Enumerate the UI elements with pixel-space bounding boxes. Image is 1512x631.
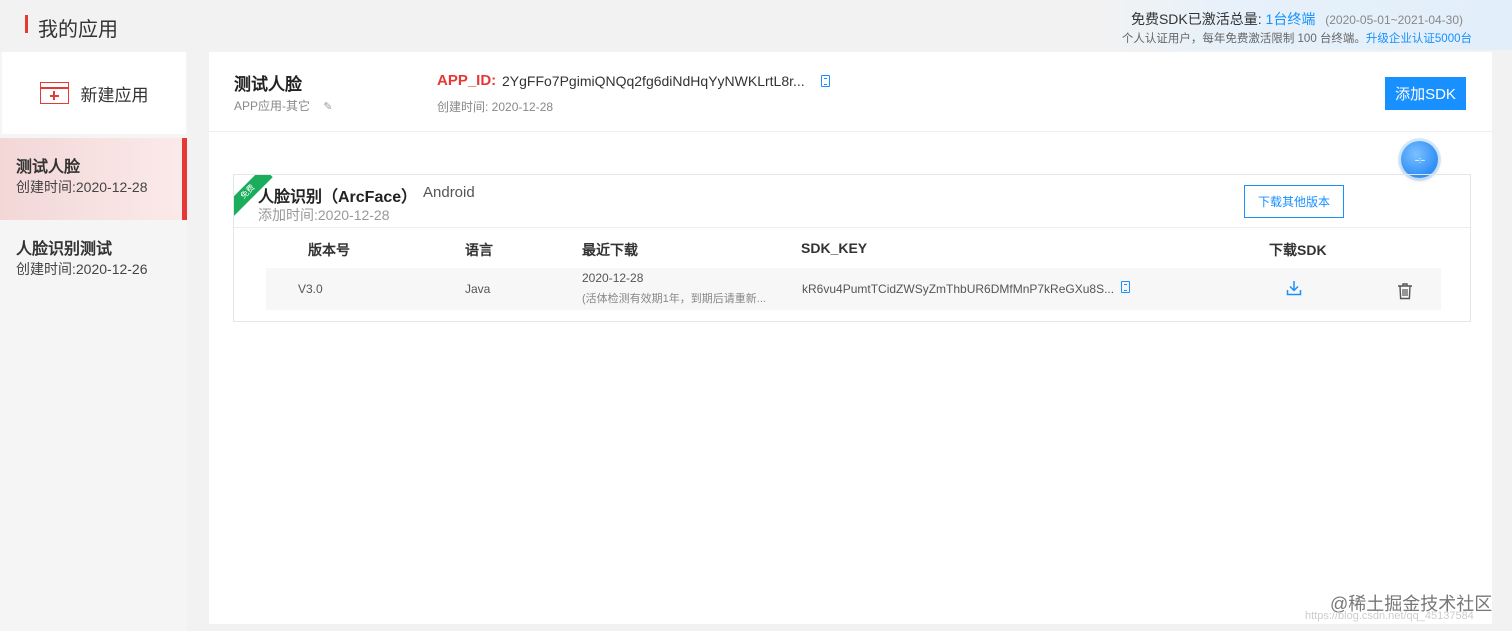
- app-type-line: APP应用-其它 ✎: [234, 97, 333, 114]
- app-item-date: 创建时间:2020-12-26: [16, 261, 148, 277]
- column-header-last-download: 最近下载: [582, 242, 638, 258]
- title-accent-bar: [25, 15, 28, 33]
- cell-last-download: 2020-12-28: [582, 271, 644, 285]
- watermark-url: https://blog.csdn.net/qq_45137584: [1305, 610, 1474, 622]
- add-sdk-button[interactable]: 添加SDK: [1385, 77, 1466, 110]
- floating-timer-ball[interactable]: --:--: [1401, 141, 1438, 178]
- quota-summary: 免费SDK已激活总量: 1台终端 (2020-05-01~2021-04-30): [1131, 9, 1463, 29]
- page-header: 我的应用 免费SDK已激活总量: 1台终端 (2020-05-01~2021-0…: [0, 0, 1512, 50]
- quota-note: 个人认证用户，每年免费激活限制 100 台终端。: [1121, 33, 1366, 45]
- copy-icon[interactable]: [821, 75, 830, 87]
- appid-value: 2YgFFo7PgimiQNQq2fg6diNdHqYyNWKLrtL8r...: [502, 73, 805, 89]
- app-info-header: 测试人脸 APP应用-其它 ✎ APP_ID: 2YgFFo7PgimiQNQq…: [209, 52, 1492, 132]
- sidebar-item-app[interactable]: 测试人脸 创建时间:2020-12-28: [0, 138, 187, 220]
- trash-icon[interactable]: [1397, 282, 1413, 300]
- app-created-date: 创建时间: 2020-12-28: [437, 100, 554, 114]
- edit-icon[interactable]: ✎: [323, 100, 332, 113]
- app-type: APP应用-其它: [234, 99, 311, 113]
- app-item-name: 测试人脸: [16, 159, 81, 176]
- quota-range: (2020-05-01~2021-04-30): [1325, 13, 1463, 27]
- cell-sdk-key: kR6vu4PumtTCidZWSyZmThbUR6DMfMnP7kReGXu8…: [802, 282, 1115, 296]
- sidebar-item-app[interactable]: 人脸识别测试 创建时间:2020-12-26: [0, 220, 187, 302]
- main-content: 测试人脸 APP应用-其它 ✎ APP_ID: 2YgFFo7PgimiQNQq…: [209, 52, 1492, 624]
- quota-count: 1台终端: [1265, 11, 1316, 27]
- cell-version: V3.0: [298, 282, 323, 296]
- column-header-version: 版本号: [308, 242, 350, 258]
- app-item-date: 创建时间:2020-12-28: [16, 179, 148, 195]
- appid-label: APP_ID:: [437, 72, 497, 89]
- column-header-sdk-key: SDK_KEY: [801, 240, 868, 256]
- sdk-name: 人脸识别（ArcFace）: [258, 189, 418, 206]
- app-name: 测试人脸: [234, 75, 302, 94]
- sdk-card: 免费 人脸识别（ArcFace） Android 添加时间:2020-12-28…: [233, 174, 1471, 322]
- quota-note-line: 个人认证用户，每年免费激活限制 100 台终端。升级企业认证5000台: [1122, 30, 1472, 46]
- copy-icon[interactable]: [1121, 281, 1130, 293]
- download-icon[interactable]: [1286, 280, 1302, 296]
- sidebar: 新建应用 测试人脸 创建时间:2020-12-28 人脸识别测试 创建时间:20…: [0, 52, 187, 631]
- column-header-language: 语言: [465, 242, 493, 258]
- cell-language: Java: [465, 282, 491, 296]
- page-title: 我的应用: [38, 19, 118, 41]
- quota-label: 免费SDK已激活总量:: [1130, 11, 1262, 27]
- divider: [234, 227, 1470, 228]
- new-app-icon: [39, 82, 69, 104]
- quota-panel: 免费SDK已激活总量: 1台终端 (2020-05-01~2021-04-30)…: [1090, 0, 1512, 50]
- cell-download-note: (活体检测有效期1年，到期后请重新...: [582, 293, 766, 305]
- table-row: V3.0 Java 2020-12-28 (活体检测有效期1年，到期后请重新..…: [266, 268, 1441, 310]
- sdk-added-date: 添加时间:2020-12-28: [258, 207, 390, 223]
- upgrade-link[interactable]: 升级企业认证5000台: [1366, 33, 1472, 45]
- new-app-button[interactable]: 新建应用: [2, 52, 186, 134]
- download-other-versions-button[interactable]: 下载其他版本: [1244, 185, 1344, 218]
- sdk-platform: Android: [423, 184, 475, 201]
- column-header-download-sdk: 下载SDK: [1269, 242, 1327, 258]
- new-app-label: 新建应用: [80, 85, 149, 105]
- app-item-name: 人脸识别测试: [16, 241, 113, 258]
